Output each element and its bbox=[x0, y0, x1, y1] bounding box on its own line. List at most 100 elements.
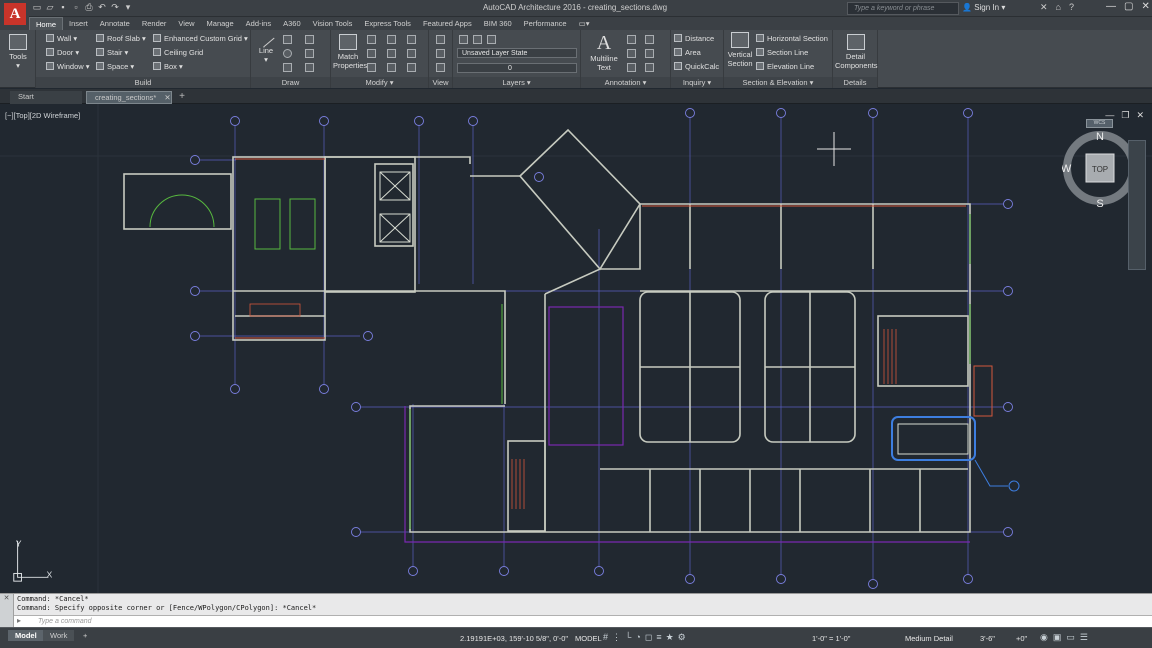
compass-w-label[interactable]: W bbox=[1062, 163, 1072, 175]
viewport-controls-label[interactable]: [−][Top][2D Wireframe] bbox=[5, 111, 80, 120]
elevation-line-button[interactable]: Elevation Line bbox=[756, 62, 814, 72]
tab-express-tools[interactable]: Express Tools bbox=[358, 17, 417, 30]
command-line-handle[interactable]: ✕ bbox=[0, 594, 14, 628]
trim-icon[interactable] bbox=[407, 35, 416, 44]
layer-select[interactable]: 0 bbox=[457, 63, 577, 73]
draw-panel-title[interactable]: Draw bbox=[251, 77, 330, 88]
layers-panel-title[interactable]: Layers ▾ bbox=[453, 77, 580, 88]
rectangle-icon[interactable] bbox=[283, 63, 292, 72]
ortho-icon[interactable]: └ bbox=[625, 632, 631, 643]
section-panel-title[interactable]: Section & Elevation ▾ bbox=[724, 77, 832, 88]
ribbon-toggle-icon[interactable]: ▭▾ bbox=[573, 17, 596, 30]
redo-icon[interactable]: ↷ bbox=[110, 2, 120, 13]
lineweight-icon[interactable]: ≡ bbox=[656, 632, 661, 643]
tab-bim-360[interactable]: BIM 360 bbox=[478, 17, 518, 30]
tag-icon[interactable] bbox=[645, 49, 654, 58]
vertical-section-button[interactable]: Vertical Section bbox=[726, 32, 754, 68]
command-input[interactable]: Type a command bbox=[14, 615, 1152, 627]
viewport-close-icon[interactable]: ✕ bbox=[1136, 110, 1144, 121]
workspace-switch-icon[interactable]: ⚙ bbox=[678, 632, 686, 643]
stair-button[interactable]: Stair ▾ bbox=[96, 48, 128, 58]
model-tab[interactable]: Model bbox=[8, 630, 44, 641]
command-icon[interactable]: ▸ bbox=[17, 616, 21, 625]
work-tab[interactable]: Work bbox=[43, 630, 75, 641]
new-file-icon[interactable]: ▭ bbox=[32, 2, 42, 13]
display-configuration[interactable]: Medium Detail bbox=[905, 634, 953, 643]
tools-button[interactable]: Tools ▾ bbox=[5, 34, 31, 70]
hatch-icon[interactable] bbox=[305, 63, 314, 72]
customization-icon[interactable]: ☰ bbox=[1080, 632, 1088, 643]
file-tab[interactable]: creating_sections* ✕ bbox=[86, 91, 172, 104]
inquiry-panel-title[interactable]: Inquiry ▾ bbox=[671, 77, 723, 88]
layer-icon-2[interactable] bbox=[473, 35, 482, 44]
minimize-icon[interactable]: — bbox=[1106, 1, 1116, 12]
mirror-icon[interactable] bbox=[387, 49, 396, 58]
clean-screen-icon[interactable]: ▭ bbox=[1066, 632, 1075, 643]
rotate-icon[interactable] bbox=[387, 35, 396, 44]
annotation-visibility-icon[interactable]: ★ bbox=[666, 632, 674, 643]
workspace-icon[interactable]: ▾ bbox=[123, 2, 133, 13]
wall-button[interactable]: Wall ▾ bbox=[46, 34, 77, 44]
dimension-icon[interactable] bbox=[627, 35, 636, 44]
polyline-icon[interactable] bbox=[283, 35, 292, 44]
horizontal-section-button[interactable]: Horizontal Section bbox=[756, 34, 828, 44]
compass-s-label[interactable]: S bbox=[1096, 198, 1103, 210]
enhanced-custom-grid-button[interactable]: Enhanced Custom Grid ▾ bbox=[153, 34, 248, 44]
floor-plan-drawing[interactable] bbox=[0, 104, 1152, 593]
tab-add-ins[interactable]: Add-ins bbox=[240, 17, 277, 30]
save-icon[interactable]: ▪ bbox=[58, 2, 68, 13]
fillet-icon[interactable] bbox=[407, 49, 416, 58]
cut-plane[interactable]: 3'-6" bbox=[980, 634, 995, 643]
circle-icon[interactable] bbox=[283, 49, 292, 58]
tab-insert[interactable]: Insert bbox=[63, 17, 94, 30]
maximize-icon[interactable]: ▢ bbox=[1124, 1, 1133, 12]
navigation-bar[interactable] bbox=[1128, 140, 1146, 270]
hardware-acceleration-icon[interactable]: ▣ bbox=[1053, 632, 1062, 643]
polar-icon[interactable]: ◔ bbox=[635, 632, 640, 643]
close-icon[interactable]: ✕ bbox=[1141, 1, 1149, 12]
tab-view[interactable]: View bbox=[172, 17, 200, 30]
ellipse-icon[interactable] bbox=[305, 49, 314, 58]
annotation-icon[interactable] bbox=[645, 63, 654, 72]
tab-manage[interactable]: Manage bbox=[201, 17, 240, 30]
stretch-icon[interactable] bbox=[367, 63, 376, 72]
view-icon-3[interactable] bbox=[436, 63, 445, 72]
tab-annotate[interactable]: Annotate bbox=[94, 17, 136, 30]
elevation[interactable]: +0" bbox=[1016, 634, 1027, 643]
ceiling-grid-button[interactable]: Ceiling Grid bbox=[153, 48, 203, 58]
new-tab-icon[interactable]: + bbox=[176, 92, 188, 103]
viewport-restore-icon[interactable]: ❐ bbox=[1121, 110, 1129, 121]
layer-state-select[interactable]: Unsaved Layer State bbox=[457, 48, 577, 58]
detail-components-button[interactable]: Detail Components bbox=[835, 34, 878, 70]
model-space-button[interactable]: MODEL bbox=[575, 634, 602, 643]
view-icon-2[interactable] bbox=[436, 49, 445, 58]
undo-icon[interactable]: ↶ bbox=[97, 2, 107, 13]
copy-icon[interactable] bbox=[367, 49, 376, 58]
layer-icon-3[interactable] bbox=[487, 35, 496, 44]
annotation-panel-title[interactable]: Annotation ▾ bbox=[581, 77, 670, 88]
distance-button[interactable]: Distance bbox=[674, 34, 714, 44]
tab-home[interactable]: Home bbox=[29, 17, 64, 30]
roof-slab-button[interactable]: Roof Slab ▾ bbox=[96, 34, 146, 44]
space-button[interactable]: Space ▾ bbox=[96, 62, 134, 72]
start-tab[interactable]: Start bbox=[10, 91, 82, 104]
open-file-icon[interactable]: ▱ bbox=[45, 2, 55, 13]
build-panel-title[interactable]: Build bbox=[36, 77, 250, 88]
quickcalc-button[interactable]: QuickCalc bbox=[674, 62, 719, 72]
wcs-menu[interactable]: WCS bbox=[1086, 119, 1113, 128]
section-line-button[interactable]: Section Line bbox=[756, 48, 808, 58]
help-icon[interactable]: ? bbox=[1069, 2, 1074, 13]
box-button[interactable]: Box ▾ bbox=[153, 62, 183, 72]
sign-in-button[interactable]: 👤 Sign In ▾ bbox=[962, 3, 1005, 12]
grid-icon[interactable]: # bbox=[603, 632, 608, 643]
a360-icon[interactable]: ⌂ bbox=[1056, 2, 1061, 13]
annotation-scale[interactable]: 1'-0" = 1'-0" bbox=[812, 634, 850, 643]
new-layout-tab[interactable]: + bbox=[76, 630, 94, 641]
view-icon-1[interactable] bbox=[436, 35, 445, 44]
line-button[interactable]: Line ▾ bbox=[255, 30, 277, 64]
arc-icon[interactable] bbox=[305, 35, 314, 44]
table-icon[interactable] bbox=[627, 49, 636, 58]
close-tab-icon[interactable]: ✕ bbox=[164, 93, 170, 102]
print-icon[interactable]: ⎙ bbox=[84, 2, 94, 13]
match-properties-button[interactable]: Match Properties bbox=[333, 34, 367, 70]
